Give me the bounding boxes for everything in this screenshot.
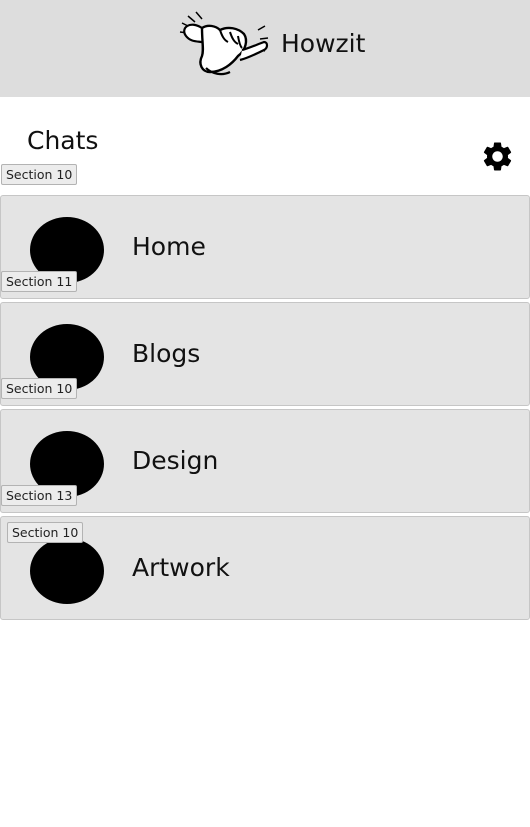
chat-row-home[interactable]: Home (0, 195, 530, 299)
section-tag: Section 10 (1, 164, 78, 185)
section-tag: Section 13 (1, 485, 78, 506)
gear-icon[interactable] (480, 139, 515, 174)
chat-label: Design (132, 446, 219, 475)
shaka-hand-icon (179, 11, 269, 76)
chat-label: Home (132, 232, 206, 261)
section-tag: Section 10 (1, 378, 78, 399)
section-tag: Section 11 (1, 271, 78, 292)
app-title: Howzit (281, 29, 366, 58)
page-title: Chats (27, 126, 99, 155)
section-tag: Section 10 (7, 522, 84, 543)
chat-label: Blogs (132, 339, 201, 368)
chat-row-blogs[interactable]: Blogs (0, 302, 530, 406)
app-header: Howzit (0, 0, 530, 97)
chat-row-design[interactable]: Design (0, 409, 530, 513)
chat-label: Artwork (132, 553, 230, 582)
avatar (30, 538, 104, 604)
app-screen: Howzit Chats Section 10 Home Section 11 … (0, 0, 530, 827)
